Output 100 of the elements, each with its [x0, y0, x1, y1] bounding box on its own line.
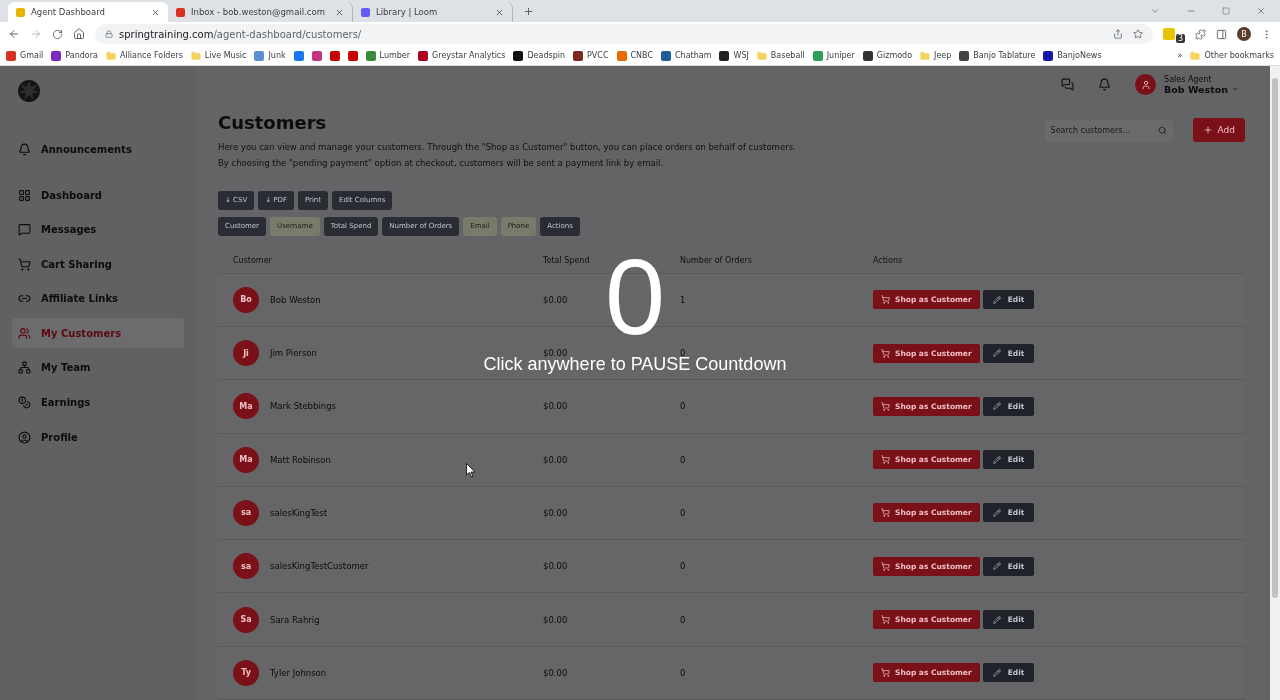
profile-avatar[interactable]: B [1237, 27, 1251, 41]
new-tab-icon[interactable] [523, 6, 534, 17]
pencil-icon [992, 402, 1001, 411]
customer-avatar: Sa [233, 606, 259, 633]
add-button[interactable]: Add [1192, 117, 1245, 142]
pencil-icon [992, 615, 1001, 624]
bookmark[interactable]: BanjoNews [1043, 50, 1102, 61]
bookmark[interactable]: Lumber [365, 50, 411, 61]
order-count: 0 [680, 561, 687, 572]
customer-name: Matt Robinson [270, 454, 331, 465]
more-bookmarks-button[interactable]: » [1177, 51, 1183, 60]
customer-name: salesKingTest [270, 507, 328, 518]
column-header: Number of Orders [680, 255, 753, 265]
bell-icon [18, 142, 31, 156]
bookmark-folder[interactable]: Other bookmarks [1190, 50, 1274, 61]
users-icon [18, 326, 31, 340]
reload-icon[interactable] [52, 28, 63, 40]
address-field[interactable]: springtraining.com/agent-dashboard/customers/ [95, 24, 1153, 44]
star-icon[interactable] [1132, 29, 1143, 39]
user-role: Sales Agent [1164, 74, 1213, 84]
pencil-icon [992, 455, 1001, 464]
plus-icon [1202, 124, 1213, 135]
close-icon[interactable] [151, 7, 160, 17]
order-count: 1 [680, 294, 687, 305]
browser-tab[interactable]: Agent Dashboard [8, 2, 168, 22]
column-header: Total Spend [543, 255, 591, 265]
bookmark[interactable]: Pandora [51, 50, 98, 61]
page-description: Here you can view and manage your customers. Through the "Shop as Customer" button, you can place orders on behalf of customers. By choosing the "pending payment" option at checkout, customers will be sent a payment link by email. [218, 140, 797, 170]
pencil-icon [992, 295, 1001, 304]
customer-avatar: Bo [233, 286, 259, 313]
bookmark[interactable]: PVCC [573, 50, 609, 61]
order-count: 0 [680, 454, 687, 465]
cart-icon [881, 348, 890, 358]
order-count: 0 [680, 401, 687, 412]
bookmark[interactable]: WSJ [719, 50, 749, 61]
logo-icon [16, 78, 42, 104]
bookmark[interactable]: Live Music [190, 50, 247, 61]
pencil-icon [992, 562, 1001, 571]
user-icon [1140, 79, 1151, 90]
customer-name: Mark Stebbings [270, 401, 336, 412]
pencil-icon [992, 668, 1001, 677]
bookmark[interactable]: Gmail [6, 50, 44, 61]
order-count: 0 [680, 507, 687, 518]
total-spend: $0.00 [543, 561, 569, 572]
cart-icon [881, 668, 890, 678]
search-icon [1157, 126, 1167, 136]
customer-avatar: Ji [233, 340, 259, 367]
extensions-icon[interactable] [1195, 28, 1206, 40]
total-spend: $0.00 [543, 348, 568, 359]
pencil-icon [992, 349, 1001, 358]
bookmark[interactable]: Alliance Folders [105, 50, 183, 61]
bookmark[interactable]: Chatham [661, 50, 712, 61]
bookmark-icon[interactable] [347, 50, 358, 61]
cursor-icon [466, 463, 476, 478]
messages-icon[interactable] [1061, 78, 1075, 92]
bookmark-icon[interactable] [293, 50, 304, 61]
pencil-icon [992, 508, 1001, 517]
home-icon[interactable] [73, 28, 85, 40]
extension-badge: 3 [1175, 33, 1185, 43]
user-avatar[interactable] [1135, 74, 1157, 96]
bookmark[interactable]: Jeep [920, 50, 952, 61]
bookmark[interactable]: Banjo Tablature [959, 50, 1036, 61]
customer-name: salesKingTestCustomer [270, 561, 369, 572]
total-spend: $0.00 [543, 401, 569, 412]
customer-avatar: Ma [233, 393, 259, 420]
cart-icon [881, 615, 890, 625]
restore-icon[interactable] [1222, 7, 1230, 15]
notification-icon[interactable] [1098, 78, 1112, 92]
back-icon[interactable] [8, 28, 20, 40]
chat-icon [18, 223, 31, 237]
lock-icon [105, 30, 113, 38]
bookmark[interactable]: Junk [254, 50, 286, 61]
bookmark-icon[interactable] [329, 50, 340, 61]
cart-icon [881, 508, 890, 518]
close-icon[interactable] [335, 7, 344, 17]
bookmark[interactable]: Juniper [812, 50, 855, 61]
share-icon[interactable] [1112, 29, 1123, 39]
tab-search-icon[interactable] [1150, 6, 1160, 16]
bookmark[interactable]: Greystar Analytics [418, 50, 506, 61]
scrollbar[interactable] [1270, 66, 1280, 700]
order-count: 0 [680, 614, 687, 625]
customer-name: Sara Rahrig [270, 614, 320, 625]
bookmark-icon[interactable] [311, 50, 322, 61]
customer-name: Tyler Johnson [270, 667, 327, 678]
bookmark[interactable]: Gizmodo [862, 50, 913, 61]
customer-avatar: sa [233, 553, 259, 580]
bookmark[interactable]: CNBC [616, 50, 653, 61]
cart-icon [881, 561, 890, 571]
total-spend: $0.00 [543, 614, 569, 625]
user-icon [18, 430, 31, 444]
total-spend: $0.00 [543, 667, 569, 678]
customer-name: Jim Pierson [270, 348, 317, 359]
cart-icon [881, 295, 890, 305]
customer-avatar: Ty [233, 659, 259, 686]
close-icon[interactable] [1256, 6, 1266, 16]
bookmark[interactable]: Baseball [756, 50, 805, 61]
close-icon[interactable] [495, 7, 504, 17]
customer-avatar: Ma [233, 446, 259, 473]
bookmark[interactable]: Deadspin [513, 50, 566, 61]
side-panel-icon[interactable] [1216, 28, 1227, 40]
